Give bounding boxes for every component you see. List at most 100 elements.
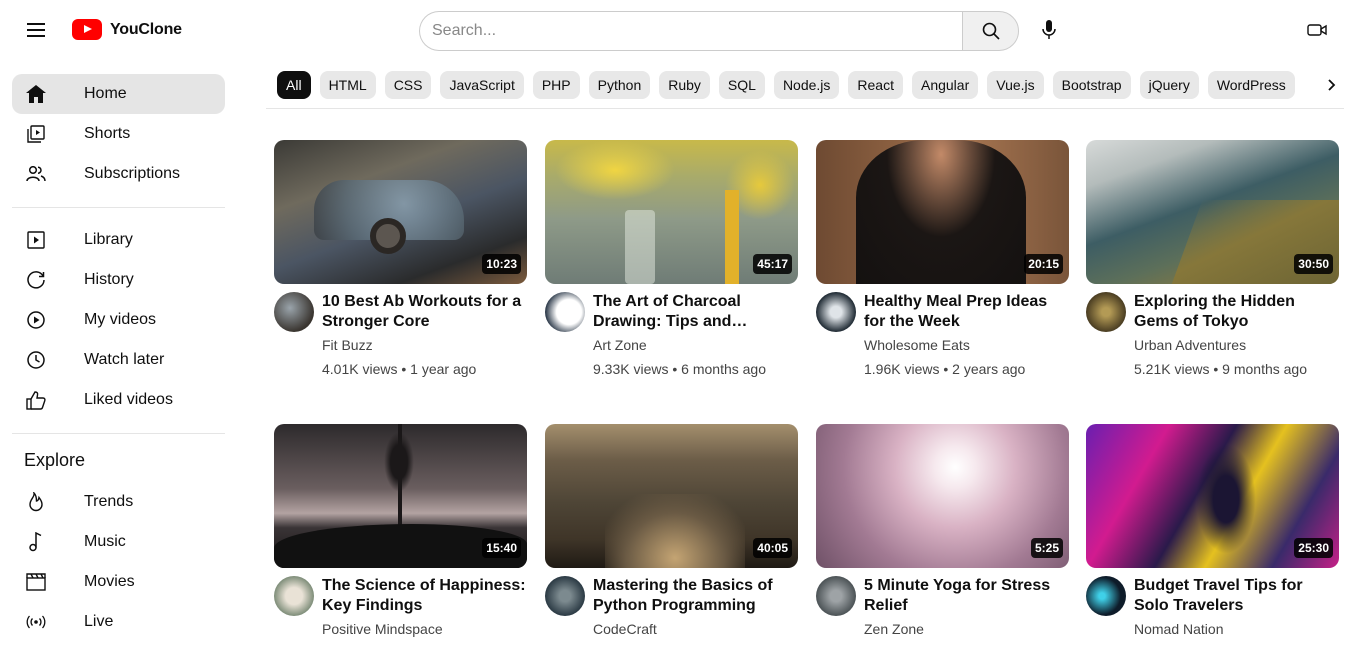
sidebar-item-label: My videos (84, 311, 157, 328)
sidebar-item-movies[interactable]: Movies (12, 562, 225, 602)
video-card[interactable]: 10:23 10 Best Ab Workouts for a Stronger… (274, 140, 527, 394)
create-button[interactable] (1304, 18, 1330, 42)
channel-name[interactable]: CodeCraft (593, 621, 657, 637)
chip-php[interactable]: PHP (532, 71, 580, 99)
chip-nodejs[interactable]: Node.js (773, 71, 840, 99)
chip-vuejs[interactable]: Vue.js (987, 71, 1044, 99)
sidebar-item-subscriptions[interactable]: Subscriptions (12, 154, 225, 194)
sidebar-item-label: Watch later (84, 351, 165, 368)
search-icon (982, 22, 1000, 40)
chip-wordpress[interactable]: WordPress (1207, 71, 1295, 99)
chip-ruby[interactable]: Ruby (659, 71, 710, 99)
sidebar-item-music[interactable]: Music (12, 522, 225, 562)
video-title[interactable]: Mastering the Basics of Python Programmi… (593, 576, 798, 616)
chip-bootstrap[interactable]: Bootstrap (1052, 71, 1131, 99)
video-title[interactable]: Healthy Meal Prep Ideas for the Week (864, 292, 1069, 332)
channel-name[interactable]: Art Zone (593, 337, 647, 353)
video-card[interactable]: 30:50 Exploring the Hidden Gems of Tokyo… (1086, 140, 1339, 394)
video-title[interactable]: 5 Minute Yoga for Stress Relief (864, 576, 1069, 616)
channel-name[interactable]: Positive Mindspace (322, 621, 443, 637)
video-card[interactable]: 40:05 Mastering the Basics of Python Pro… (545, 424, 798, 651)
my-videos-icon (24, 308, 48, 332)
chip-python[interactable]: Python (588, 71, 651, 99)
sidebar-item-trends[interactable]: Trends (12, 482, 225, 522)
video-stats: 4.01K views • 1 year ago (322, 361, 477, 377)
sidebar-item-label: Movies (84, 573, 135, 590)
movies-icon (24, 570, 48, 594)
video-title[interactable]: 10 Best Ab Workouts for a Stronger Core (322, 292, 527, 332)
video-thumbnail[interactable]: 25:30 (1086, 424, 1339, 568)
sidebar-item-shorts[interactable]: Shorts (12, 114, 225, 154)
channel-name[interactable]: Fit Buzz (322, 337, 373, 353)
logo[interactable]: YouClone (72, 19, 182, 40)
chip-sql[interactable]: SQL (718, 71, 765, 99)
channel-avatar[interactable] (816, 576, 856, 616)
sidebar-item-label: History (84, 271, 134, 288)
video-thumbnail[interactable]: 40:05 (545, 424, 798, 568)
channel-avatar[interactable] (816, 292, 856, 332)
channel-name[interactable]: Urban Adventures (1134, 337, 1246, 353)
channel-name[interactable]: Nomad Nation (1134, 621, 1224, 637)
chip-css[interactable]: CSS (384, 71, 432, 99)
video-thumbnail[interactable]: 20:15 (816, 140, 1069, 284)
video-age: 9 months ago (1222, 361, 1308, 377)
sidebar-item-liked-videos[interactable]: Liked videos (12, 380, 225, 420)
chip-html[interactable]: HTML (319, 71, 376, 99)
video-title[interactable]: The Science of Happiness: Key Findings (322, 576, 527, 616)
channel-avatar[interactable] (1086, 292, 1126, 332)
chip-all[interactable]: All (277, 71, 311, 99)
video-card[interactable]: 45:17 The Art of Charcoal Drawing: Tips … (545, 140, 798, 394)
video-age: 1 year ago (410, 361, 477, 377)
channel-avatar[interactable] (545, 576, 585, 616)
video-thumbnail[interactable]: 45:17 (545, 140, 798, 284)
channel-name[interactable]: Zen Zone (864, 621, 924, 637)
sidebar-item-history[interactable]: History (12, 260, 225, 300)
menu-icon[interactable] (22, 16, 50, 44)
sidebar-item-live[interactable]: Live (12, 602, 225, 642)
video-title[interactable]: The Art of Charcoal Drawing: Tips and Te… (593, 292, 798, 332)
channel-avatar[interactable] (545, 292, 585, 332)
video-duration: 30:50 (1294, 254, 1333, 274)
search-input[interactable] (419, 11, 962, 51)
video-title[interactable]: Budget Travel Tips for Solo Travelers (1134, 576, 1339, 616)
chips-next-button[interactable] (1317, 71, 1345, 99)
sidebar-divider (12, 207, 225, 208)
chip-react[interactable]: React (848, 71, 903, 99)
sidebar-item-watch-later[interactable]: Watch later (12, 340, 225, 380)
video-duration: 15:40 (482, 538, 521, 558)
sidebar: Home Shorts Subscriptions Library Histor… (12, 74, 225, 642)
top-bar: YouClone (0, 0, 1352, 62)
video-duration: 10:23 (482, 254, 521, 274)
sidebar-item-home[interactable]: Home (12, 74, 225, 114)
video-card[interactable]: 20:15 Healthy Meal Prep Ideas for the We… (816, 140, 1069, 394)
video-duration: 25:30 (1294, 538, 1333, 558)
video-thumbnail[interactable]: 15:40 (274, 424, 527, 568)
live-icon (24, 610, 48, 634)
video-thumbnail[interactable]: 5:25 (816, 424, 1069, 568)
search-button[interactable] (962, 11, 1019, 51)
sidebar-item-my-videos[interactable]: My videos (12, 300, 225, 340)
chip-jquery[interactable]: jQuery (1139, 71, 1199, 99)
sidebar-item-library[interactable]: Library (12, 220, 225, 260)
channel-name[interactable]: Wholesome Eats (864, 337, 970, 353)
channel-avatar[interactable] (274, 576, 314, 616)
video-card[interactable]: 5:25 5 Minute Yoga for Stress Relief Zen… (816, 424, 1069, 651)
video-card[interactable]: 15:40 The Science of Happiness: Key Find… (274, 424, 527, 651)
library-icon (24, 228, 48, 252)
chip-angular[interactable]: Angular (911, 71, 979, 99)
video-stats: 9.33K views • 6 months ago (593, 361, 767, 377)
video-views: 5.21K views (1134, 361, 1210, 377)
trends-icon (24, 490, 48, 514)
mic-button[interactable] (1036, 16, 1062, 44)
video-thumbnail[interactable]: 10:23 (274, 140, 527, 284)
chip-javascript[interactable]: JavaScript (440, 71, 524, 99)
video-thumbnail[interactable]: 30:50 (1086, 140, 1339, 284)
video-card[interactable]: 25:30 Budget Travel Tips for Solo Travel… (1086, 424, 1339, 651)
video-duration: 40:05 (753, 538, 792, 558)
channel-avatar[interactable] (274, 292, 314, 332)
home-icon (24, 82, 48, 106)
video-title[interactable]: Exploring the Hidden Gems of Tokyo (1134, 292, 1339, 332)
channel-avatar[interactable] (1086, 576, 1126, 616)
sidebar-divider (12, 433, 225, 434)
category-chips: All HTML CSS JavaScript PHP Python Ruby … (277, 71, 1343, 99)
